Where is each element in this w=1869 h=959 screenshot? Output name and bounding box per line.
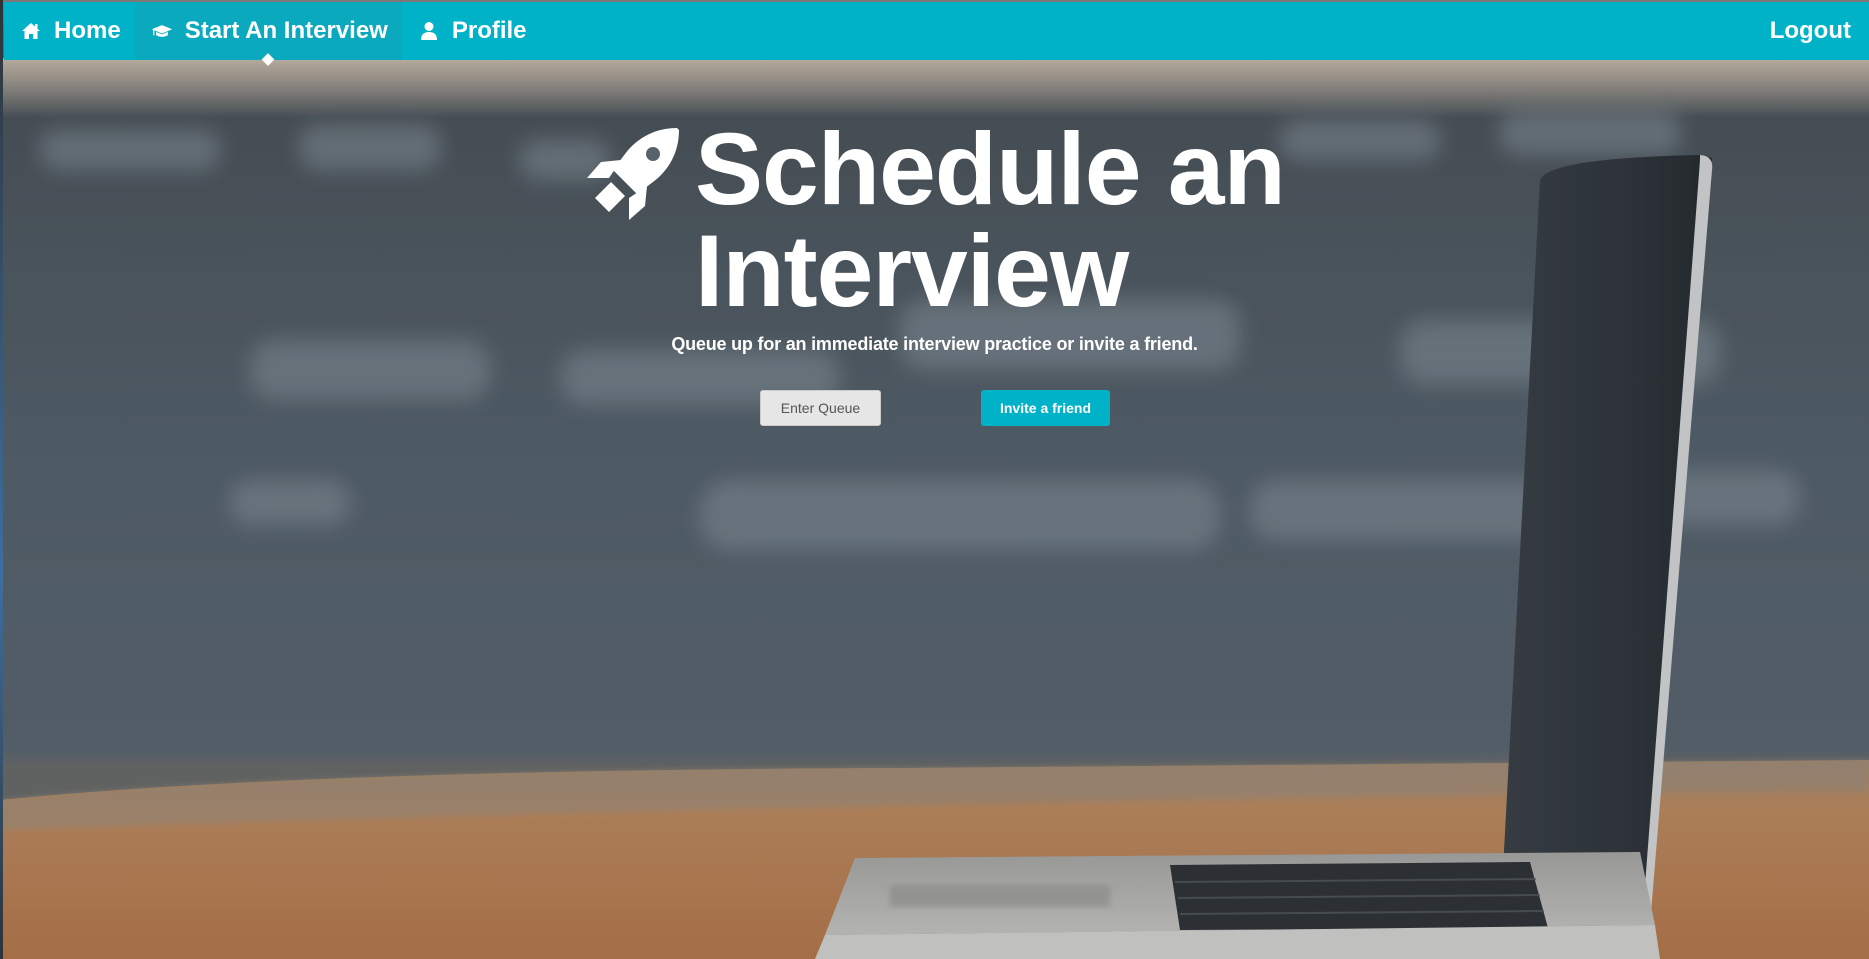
home-icon (20, 20, 42, 42)
rocket-icon (587, 128, 679, 220)
nav-start-interview-label: Start An Interview (184, 17, 388, 44)
nav-logout-label: Logout (1769, 17, 1851, 44)
top-navbar: Home Start An Interview Profile Logout (4, 2, 1869, 60)
nav-profile-label: Profile (451, 17, 527, 44)
nav-home-label: Home (54, 17, 121, 44)
graduation-cap-icon (151, 20, 173, 42)
nav-logout[interactable]: Logout (1756, 2, 1869, 60)
page: Home Start An Interview Profile Logout S… (0, 0, 1869, 959)
invite-friend-button[interactable]: Invite a friend (981, 390, 1110, 426)
nav-profile[interactable]: Profile (402, 2, 541, 60)
nav-start-interview[interactable]: Start An Interview (134, 2, 402, 60)
user-icon (418, 20, 440, 42)
hero-subtitle: Queue up for an immediate interview prac… (671, 334, 1198, 354)
nav-home[interactable]: Home (4, 2, 135, 60)
enter-queue-button[interactable]: Enter Queue (760, 390, 881, 426)
window-edge (0, 0, 3, 959)
page-title: Schedule an Interview (695, 112, 1286, 328)
hero-heading: Schedule an Interview (585, 118, 1345, 322)
